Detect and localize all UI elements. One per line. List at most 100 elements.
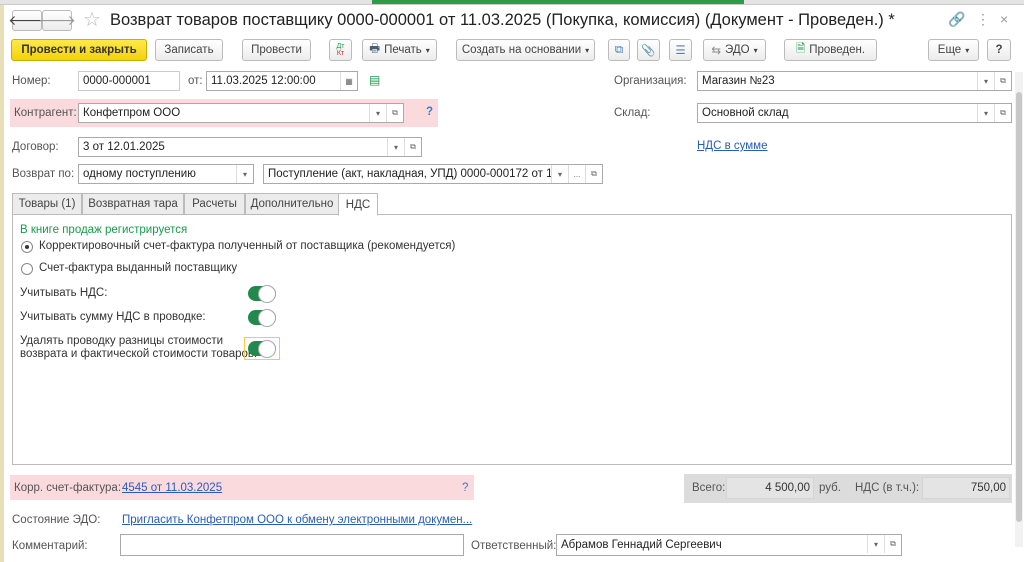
select-button[interactable]: ... bbox=[568, 165, 585, 183]
tab-goods[interactable]: Товары (1) bbox=[12, 193, 82, 215]
return-by-label: Возврат по: bbox=[12, 168, 75, 180]
vat-in-posting-label: Учитывать сумму НДС в проводке: bbox=[20, 311, 206, 323]
radio-issued-invoice[interactable] bbox=[21, 263, 33, 275]
receipt-value: Поступление (акт, накладная, УПД) 0000-0… bbox=[268, 168, 569, 180]
post-and-close-button[interactable]: Провести и закрыть bbox=[11, 39, 147, 61]
print-button[interactable]: 🖶 Печать ▾ bbox=[362, 39, 437, 61]
contract-field[interactable]: 3 от 12.01.2025 ▾ ⧉ bbox=[78, 137, 422, 157]
return-by-select[interactable]: одному поступлению ▾ bbox=[78, 164, 254, 184]
chevron-down-icon: ▾ bbox=[425, 45, 430, 55]
open-icon[interactable]: ⧉ bbox=[404, 138, 421, 156]
warehouse-value: Основной склад bbox=[702, 107, 789, 119]
responsible-label: Ответственный: bbox=[471, 540, 557, 552]
create-based-on-button[interactable]: Создать на основании ▾ bbox=[456, 39, 595, 61]
chevron-down-icon[interactable]: ▾ bbox=[977, 72, 994, 90]
posted-label: Проведен. bbox=[809, 44, 866, 56]
corr-invoice-hint-icon[interactable]: ? bbox=[462, 482, 468, 494]
check-document-icon[interactable]: ▤ bbox=[369, 73, 380, 87]
page-title: Возврат товаров поставщику 0000-000001 о… bbox=[110, 11, 895, 29]
tab-returnable-packaging[interactable]: Возвратная тара bbox=[82, 193, 184, 215]
tab-settlements[interactable]: Расчеты bbox=[184, 193, 245, 215]
kt-label: Кт bbox=[336, 50, 345, 57]
chevron-down-icon[interactable]: ▾ bbox=[867, 535, 884, 553]
list-icon[interactable]: ☰ bbox=[669, 39, 692, 61]
open-icon[interactable]: ⧉ bbox=[994, 104, 1011, 122]
radio-corrective-invoice[interactable] bbox=[21, 241, 33, 253]
radio-corrective-invoice-label[interactable]: Корректировочный счет-фактура полученный… bbox=[39, 240, 455, 252]
open-icon[interactable]: ⧉ bbox=[585, 165, 602, 183]
sales-book-section-title: В книге продаж регистрируется bbox=[20, 224, 188, 236]
warehouse-label: Склад: bbox=[614, 107, 651, 119]
post-button[interactable]: Провести bbox=[242, 39, 311, 61]
org-field[interactable]: Магазин №23 ▾ ⧉ bbox=[697, 71, 1012, 91]
return-by-value: одному поступлению bbox=[83, 168, 196, 180]
radio-issued-invoice-label[interactable]: Счет-фактура выданный поставщику bbox=[39, 262, 237, 274]
link-icon[interactable]: 🔗 bbox=[948, 11, 965, 28]
calendar-icon[interactable]: ▦ bbox=[340, 72, 357, 90]
left-border bbox=[0, 5, 4, 562]
total-label: Всего: bbox=[692, 482, 726, 494]
more-vertical-icon[interactable]: ⋮ bbox=[976, 11, 990, 28]
counterparty-field[interactable]: Конфетпром ООО ▾ ⧉ bbox=[78, 103, 404, 123]
comment-field[interactable] bbox=[120, 534, 464, 556]
responsible-value: Абрамов Геннадий Сергеевич bbox=[561, 539, 722, 551]
account-vat-toggle[interactable] bbox=[248, 285, 276, 303]
counterparty-value: Конфетпром ООО bbox=[83, 107, 181, 119]
attachment-icon[interactable]: 📎 bbox=[637, 39, 660, 61]
open-icon[interactable]: ⧉ bbox=[884, 535, 901, 553]
date-value: 11.03.2025 12:00:00 bbox=[211, 75, 316, 87]
vat-total-value: 750,00 bbox=[922, 477, 1010, 499]
window-tabs-strip bbox=[0, 0, 1024, 5]
structure-icon[interactable]: ⧉ bbox=[608, 39, 630, 61]
chevron-down-icon[interactable]: ▾ bbox=[551, 165, 568, 183]
contract-value: 3 от 12.01.2025 bbox=[83, 141, 165, 153]
total-value: 4 500,00 bbox=[726, 477, 814, 499]
close-icon[interactable]: × bbox=[1000, 11, 1008, 27]
posted-document-icon: 🗎 bbox=[795, 42, 806, 55]
edo-button[interactable]: ⇆ ЭДО ▾ bbox=[703, 39, 766, 61]
currency-label: руб. bbox=[819, 482, 841, 494]
chevron-down-icon[interactable]: ▾ bbox=[387, 138, 404, 156]
edo-invite-link[interactable]: Пригласить Конфетпром ООО к обмену элект… bbox=[122, 514, 472, 526]
printer-icon: 🖶 bbox=[369, 42, 381, 55]
save-button[interactable]: Записать bbox=[155, 39, 223, 61]
counterparty-hint-icon[interactable]: ? bbox=[426, 106, 433, 118]
vat-in-posting-toggle[interactable] bbox=[248, 309, 276, 327]
edo-icon: ⇆ bbox=[711, 45, 721, 57]
date-label: от: bbox=[188, 75, 203, 87]
corr-invoice-label: Корр. счет-фактура: bbox=[14, 482, 122, 494]
date-field[interactable]: 11.03.2025 12:00:00 ▦ bbox=[206, 71, 358, 91]
edo-label: ЭДО bbox=[725, 44, 750, 56]
chevron-down-icon[interactable]: ▾ bbox=[977, 104, 994, 122]
responsible-field[interactable]: Абрамов Геннадий Сергеевич ▾ ⧉ bbox=[556, 534, 902, 556]
vat-total-label: НДС (в т.ч.): bbox=[855, 482, 920, 494]
warehouse-field[interactable]: Основной склад ▾ ⧉ bbox=[697, 103, 1012, 123]
open-icon[interactable]: ⧉ bbox=[994, 72, 1011, 90]
more-button[interactable]: Еще ▾ bbox=[928, 39, 979, 61]
number-label: Номер: bbox=[12, 75, 51, 87]
account-vat-label: Учитывать НДС: bbox=[20, 287, 108, 299]
org-value: Магазин №23 bbox=[702, 75, 775, 87]
delete-difference-toggle[interactable] bbox=[248, 340, 276, 358]
open-icon[interactable]: ⧉ bbox=[386, 104, 403, 122]
delete-difference-label-line2: возврата и фактической стоимости товаров… bbox=[20, 348, 258, 360]
favorite-star-icon[interactable]: ☆ bbox=[83, 7, 101, 32]
scrollbar-track[interactable] bbox=[1015, 72, 1023, 547]
chevron-down-icon[interactable]: ▾ bbox=[236, 165, 253, 183]
forward-button[interactable]: 🡒 bbox=[38, 10, 76, 31]
help-button[interactable]: ? bbox=[987, 39, 1011, 61]
tab-vat[interactable]: НДС bbox=[338, 193, 378, 216]
chevron-down-icon: ▾ bbox=[753, 45, 758, 55]
number-field[interactable]: 0000-000001 bbox=[78, 71, 180, 91]
tab-additional[interactable]: Дополнительно bbox=[245, 193, 339, 215]
comment-label: Комментарий: bbox=[12, 540, 88, 552]
receipt-field[interactable]: Поступление (акт, накладная, УПД) 0000-0… bbox=[263, 164, 603, 184]
corr-invoice-link[interactable]: 4545 от 11.03.2025 bbox=[122, 482, 222, 494]
chevron-down-icon[interactable]: ▾ bbox=[369, 104, 386, 122]
posted-status-button[interactable]: 🗎 Проведен. bbox=[784, 39, 877, 61]
dt-kt-button[interactable]: Дт Кт bbox=[329, 39, 352, 61]
vat-in-amount-link[interactable]: НДС в сумме bbox=[697, 140, 767, 152]
chevron-down-icon: ▾ bbox=[965, 45, 970, 55]
print-label: Печать bbox=[384, 44, 422, 56]
scrollbar-thumb[interactable] bbox=[1016, 92, 1022, 522]
